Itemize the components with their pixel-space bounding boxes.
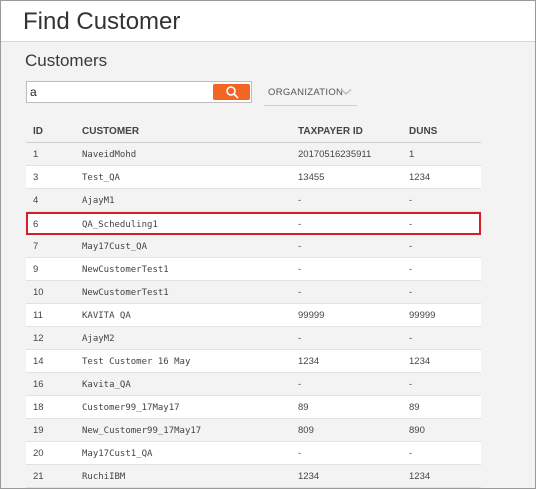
table-row[interactable]: 10 NewCustomerTest1 - - <box>26 281 481 304</box>
cell-duns: - <box>409 448 413 459</box>
table-row[interactable]: 21 RuchiIBM 1234 1234 <box>26 465 481 488</box>
cell-taxpayer-id: - <box>298 287 302 298</box>
column-header-taxpayer-id[interactable]: TAXPAYER ID <box>298 126 363 137</box>
cell-id: 14 <box>33 356 44 367</box>
table-row[interactable]: 11 KAVITA QA 99999 99999 <box>26 304 481 327</box>
cell-duns: - <box>409 287 413 298</box>
cell-id: 19 <box>33 425 44 436</box>
organization-dropdown-label: ORGANIZATION <box>268 87 344 98</box>
table-row[interactable]: 12 AjayM2 - - <box>26 327 481 350</box>
cell-id: 6 <box>33 219 39 230</box>
column-header-duns[interactable]: DUNS <box>409 126 437 137</box>
cell-customer: Customer99_17May17 <box>82 403 180 413</box>
cell-duns: 89 <box>409 402 420 413</box>
cell-duns: - <box>409 241 413 252</box>
cell-id: 10 <box>33 287 44 298</box>
cell-taxpayer-id: 20170516235911 <box>298 149 372 160</box>
cell-taxpayer-id: - <box>298 333 302 344</box>
page-title: Find Customer <box>23 8 181 35</box>
cell-id: 1 <box>33 149 39 160</box>
cell-taxpayer-id: - <box>298 241 302 252</box>
table-row[interactable]: 14 Test Customer 16 May 1234 1234 <box>26 350 481 373</box>
cell-duns: 1 <box>409 149 415 160</box>
chevron-down-icon <box>340 89 352 95</box>
cell-customer: NaveidMohd <box>82 150 137 160</box>
cell-duns: - <box>409 219 413 230</box>
cell-id: 7 <box>33 241 39 252</box>
cell-customer: AjayM2 <box>82 334 115 344</box>
section-title: Customers <box>25 51 108 70</box>
cell-taxpayer-id: 89 <box>298 402 309 413</box>
cell-taxpayer-id: - <box>298 448 302 459</box>
table-body: 1 NaveidMohd 20170516235911 1 3 Test_QA 13455 1… <box>26 143 481 488</box>
cell-customer: QA_Scheduling1 <box>82 220 158 230</box>
cell-id: 3 <box>33 172 39 183</box>
table-row-selected[interactable]: 6 QA_Scheduling1 - - <box>26 212 481 235</box>
table-header: ID CUSTOMER TAXPAYER ID DUNS <box>26 117 481 143</box>
cell-taxpayer-id: 809 <box>298 425 314 436</box>
cell-customer: Test_QA <box>82 173 120 183</box>
table-row[interactable]: 7 May17Cust_QA - - <box>26 235 481 258</box>
cell-customer: May17Cust_QA <box>82 242 148 252</box>
cell-customer: KAVITA QA <box>82 311 131 321</box>
column-header-id[interactable]: ID <box>33 126 43 137</box>
customers-table: ID CUSTOMER TAXPAYER ID DUNS 1 NaveidMohd… <box>26 117 481 488</box>
cell-id: 4 <box>33 195 39 206</box>
table-row[interactable]: 18 Customer99_17May17 89 89 <box>26 396 481 419</box>
cell-id: 11 <box>33 310 43 321</box>
cell-duns: 1234 <box>409 471 431 482</box>
cell-id: 18 <box>33 402 44 413</box>
cell-customer: May17Cust1_QA <box>82 449 153 459</box>
search-button[interactable] <box>213 84 250 100</box>
table-row[interactable]: 19 New_Customer99_17May17 809 890 <box>26 419 481 442</box>
cell-customer: Kavita_QA <box>82 380 131 390</box>
cell-duns: 890 <box>409 425 425 436</box>
search-box <box>26 81 252 103</box>
cell-taxpayer-id: - <box>298 379 302 390</box>
cell-duns: - <box>409 264 413 275</box>
cell-customer: New_Customer99_17May17 <box>82 426 202 436</box>
cell-id: 21 <box>33 471 44 482</box>
cell-customer: Test Customer 16 May <box>82 357 191 367</box>
cell-duns: 99999 <box>409 310 436 321</box>
cell-taxpayer-id: - <box>298 219 302 230</box>
table-row[interactable]: 3 Test_QA 13455 1234 <box>26 166 481 189</box>
table-row[interactable]: 9 NewCustomerTest1 - - <box>26 258 481 281</box>
table-row[interactable]: 20 May17Cust1_QA - - <box>26 442 481 465</box>
cell-id: 12 <box>33 333 44 344</box>
cell-customer: AjayM1 <box>82 196 115 206</box>
cell-taxpayer-id: 13455 <box>298 172 325 183</box>
search-input[interactable] <box>29 84 208 100</box>
cell-taxpayer-id: 1234 <box>298 471 320 482</box>
cell-id: 16 <box>33 379 44 390</box>
column-header-customer[interactable]: CUSTOMER <box>82 126 139 137</box>
cell-taxpayer-id: - <box>298 195 302 206</box>
cell-customer: RuchiIBM <box>82 472 126 482</box>
table-row[interactable]: 4 AjayM1 - - <box>26 189 481 212</box>
cell-duns: 1234 <box>409 172 431 183</box>
cell-duns: 1234 <box>409 356 431 367</box>
cell-taxpayer-id: - <box>298 264 302 275</box>
page-header: Find Customer <box>1 1 535 42</box>
table-row[interactable]: 16 Kavita_QA - - <box>26 373 481 396</box>
find-customer-window: Find Customer Customers ORGANIZATION ID … <box>0 0 536 489</box>
search-icon <box>226 86 239 99</box>
cell-duns: - <box>409 379 413 390</box>
table-row[interactable]: 1 NaveidMohd 20170516235911 1 <box>26 143 481 166</box>
cell-taxpayer-id: 99999 <box>298 310 325 321</box>
cell-taxpayer-id: 1234 <box>298 356 320 367</box>
cell-duns: - <box>409 333 413 344</box>
cell-customer: NewCustomerTest1 <box>82 265 169 275</box>
cell-id: 20 <box>33 448 44 459</box>
cell-customer: NewCustomerTest1 <box>82 288 169 298</box>
cell-id: 9 <box>33 264 39 275</box>
organization-dropdown[interactable]: ORGANIZATION <box>264 81 357 106</box>
cell-duns: - <box>409 195 413 206</box>
